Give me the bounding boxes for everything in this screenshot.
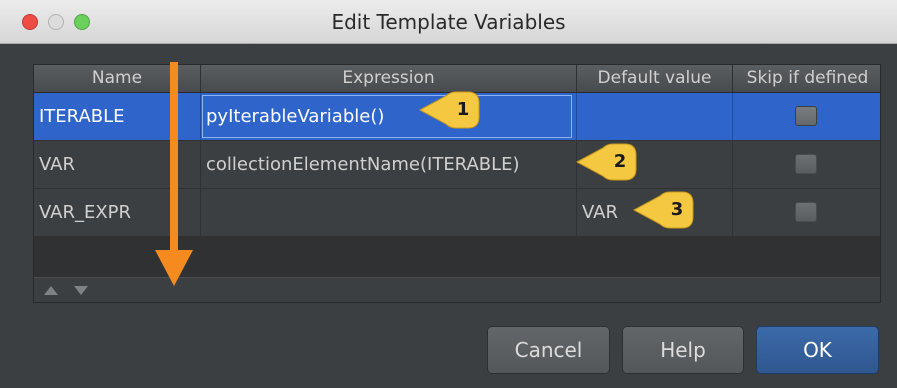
expression-edit-box (202, 95, 572, 138)
callout-1: 1 (418, 91, 480, 129)
ok-button[interactable]: OK (756, 326, 879, 374)
row-default-value-cell[interactable] (577, 93, 733, 140)
skip-if-defined-checkbox[interactable] (795, 154, 817, 174)
help-button[interactable]: Help (622, 326, 744, 374)
callout-number: 2 (613, 151, 627, 172)
row-expression-cell[interactable]: pyIterableVariable() (201, 93, 577, 140)
callout-3: 3 (632, 191, 694, 229)
row-skip-cell (733, 93, 880, 140)
row-expression-cell[interactable]: collectionElementName(ITERABLE) (201, 141, 577, 188)
column-header-expression[interactable]: Expression (201, 65, 577, 92)
callout-number: 1 (456, 99, 470, 120)
skip-if-defined-checkbox[interactable] (795, 202, 817, 222)
skip-if-defined-checkbox[interactable] (795, 106, 817, 126)
orange-arrow-annotation (155, 62, 193, 286)
callout-2: 2 (575, 143, 637, 181)
cancel-button[interactable]: Cancel (487, 326, 610, 374)
column-header-skip-if-defined[interactable]: Skip if defined (733, 65, 880, 92)
row-expression-cell[interactable] (201, 189, 577, 236)
row-skip-cell (733, 189, 880, 236)
row-skip-cell (733, 141, 880, 188)
callout-number: 3 (670, 199, 684, 220)
column-header-default-value[interactable]: Default value (577, 65, 733, 92)
